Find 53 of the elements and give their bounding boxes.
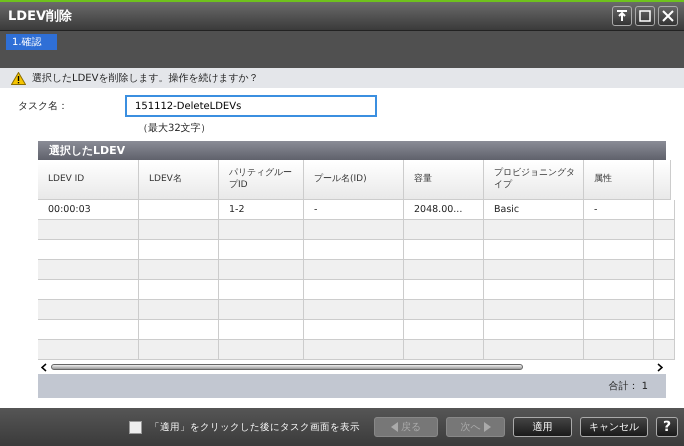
checkbox-label: 「適用」をクリックした後にタスク画面を表示 (150, 420, 360, 434)
pin-button[interactable] (612, 6, 632, 26)
step-tab[interactable]: 1.確認 (6, 34, 57, 50)
table-cell (584, 340, 654, 360)
scrollbar-thumb[interactable] (51, 364, 523, 370)
table-cell (584, 240, 654, 260)
task-name-label: タスク名： (18, 100, 68, 113)
column-header[interactable]: 容量 (404, 160, 484, 200)
panel-title: 選択したLDEV (38, 141, 666, 160)
warning-icon (11, 72, 26, 84)
column-header[interactable]: プロビジョニングタイプ (484, 160, 584, 200)
close-icon (662, 10, 674, 22)
table-cell (654, 320, 675, 340)
help-button[interactable]: ? (656, 417, 678, 437)
window-title: LDEV削除 (8, 8, 72, 25)
column-header[interactable]: LDEV名 (139, 160, 219, 200)
table-cell (584, 320, 654, 340)
table-cell: - (584, 200, 654, 220)
pin-icon (616, 10, 628, 22)
warning-text: 選択したLDEVを削除します。操作を続けますか？ (32, 72, 258, 85)
table-cell (584, 300, 654, 320)
maximize-icon (639, 10, 651, 22)
right-triangle-icon (484, 422, 490, 432)
table-cell (654, 280, 675, 300)
table-cell: 2048.00... (404, 200, 484, 220)
left-triangle-icon (391, 422, 398, 432)
table-cell: 1-2 (219, 200, 304, 220)
table-cell (584, 220, 654, 240)
table-cell (584, 260, 654, 280)
column-header[interactable]: パリティグループID (219, 160, 304, 200)
scroll-left-icon[interactable] (41, 362, 47, 372)
footer-button[interactable]: キャンセル (580, 417, 648, 437)
close-button[interactable] (658, 6, 678, 26)
total-count: 合計： 1 (608, 380, 648, 393)
table-cell: Basic (484, 200, 584, 220)
table-cell (654, 300, 675, 320)
footer-button[interactable]: 適用 (513, 417, 572, 437)
table-cell: 00:00:03 (38, 200, 139, 220)
task-name-field[interactable]: 151112-DeleteLDEVs (125, 95, 377, 117)
hint-text: （最大32文字） (138, 122, 212, 135)
maximize-button[interactable] (635, 6, 655, 26)
scroll-right-icon[interactable] (657, 362, 663, 372)
table-cell (654, 340, 675, 360)
checkbox[interactable] (129, 420, 142, 434)
table-cell: - (304, 200, 404, 220)
table-cell (654, 220, 675, 240)
column-header[interactable]: LDEV ID (38, 160, 139, 200)
table-cell (654, 260, 675, 280)
table-cell (654, 240, 675, 260)
column-header[interactable]: 属性 (584, 160, 654, 200)
table-cell (584, 280, 654, 300)
table-cell (654, 200, 675, 220)
column-header[interactable]: プール名(ID) (304, 160, 404, 200)
